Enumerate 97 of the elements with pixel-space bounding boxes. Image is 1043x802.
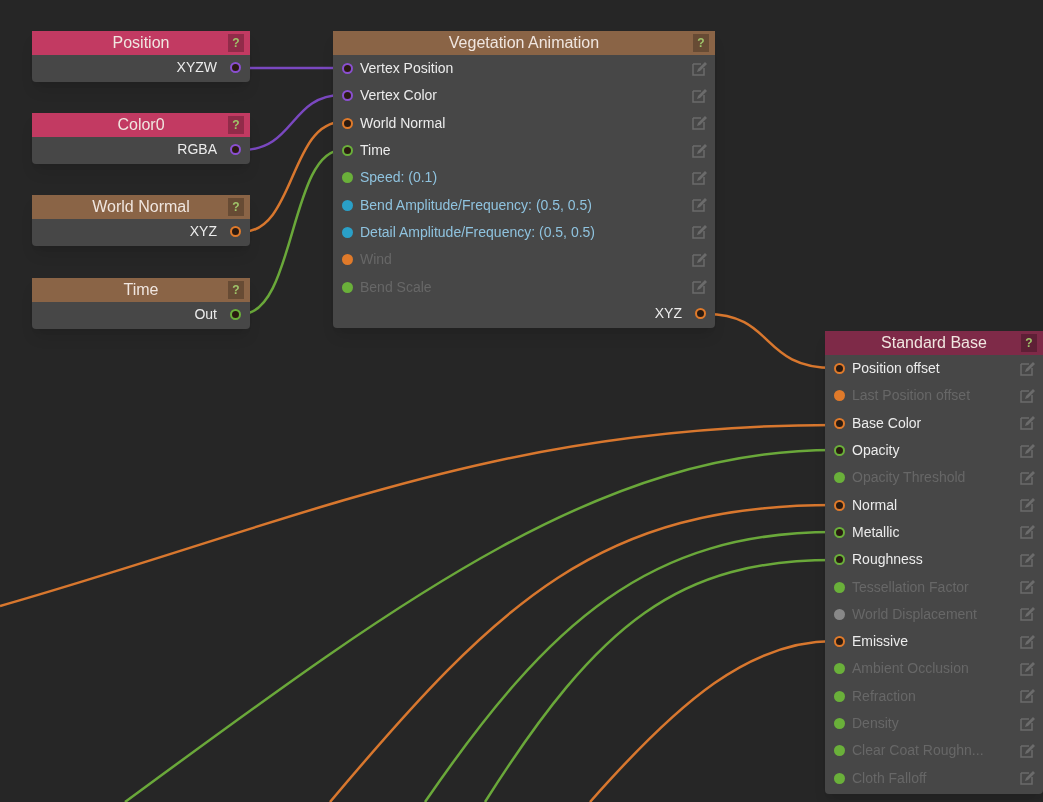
input-label: Speed: (0.1) — [360, 168, 439, 188]
edit-icon[interactable] — [691, 87, 707, 104]
node-header[interactable]: Time ? — [32, 278, 250, 302]
edit-icon[interactable] — [691, 279, 707, 295]
input-label: Metallic — [852, 522, 901, 542]
edit-icon[interactable] — [1019, 497, 1035, 514]
node-title: Color0 — [117, 115, 165, 135]
port-icon[interactable] — [342, 117, 353, 129]
port-icon[interactable] — [342, 281, 353, 293]
edit-icon[interactable] — [1019, 579, 1035, 595]
output-label: XYZW — [176, 58, 217, 77]
input-label: Vertex Color — [360, 86, 439, 106]
output-label: Out — [194, 305, 217, 324]
port-icon[interactable] — [834, 608, 845, 620]
node-card[interactable]: Position ? XYZW — [32, 31, 250, 82]
port-icon[interactable] — [342, 172, 353, 184]
port-icon[interactable] — [342, 254, 353, 266]
node-header[interactable]: Vegetation Animation ? — [333, 31, 715, 55]
port-icon[interactable] — [834, 499, 845, 511]
help-button[interactable]: ? — [693, 34, 709, 52]
edit-icon[interactable] — [1019, 415, 1035, 432]
edit-icon[interactable] — [1019, 469, 1035, 486]
port-icon[interactable] — [342, 90, 353, 102]
port-icon[interactable] — [695, 307, 706, 319]
edit-icon[interactable] — [691, 251, 707, 268]
port-icon[interactable] — [834, 417, 845, 429]
edit-icon[interactable] — [1019, 633, 1035, 650]
help-button[interactable]: ? — [228, 198, 244, 216]
edit-icon[interactable] — [1019, 770, 1035, 787]
edit-icon[interactable] — [1019, 442, 1035, 459]
input-label: Vertex Position — [360, 59, 455, 79]
output-label: XYZ — [654, 303, 682, 323]
input-label: Normal — [852, 495, 899, 515]
port-icon[interactable] — [834, 554, 845, 566]
node-title: World Normal — [92, 197, 190, 217]
help-button[interactable]: ? — [1021, 334, 1037, 352]
port-icon[interactable] — [834, 445, 845, 457]
help-button[interactable]: ? — [228, 34, 244, 52]
input-label: Time — [360, 141, 392, 161]
input-label: Opacity — [852, 441, 901, 461]
input-label: Base Color — [852, 413, 923, 433]
input-label: Roughness — [852, 550, 924, 570]
edit-icon[interactable] — [1019, 387, 1035, 404]
port-icon[interactable] — [230, 144, 241, 155]
node-header[interactable]: Standard Base ? — [825, 331, 1043, 355]
port-icon[interactable] — [230, 62, 241, 73]
edit-icon[interactable] — [691, 197, 707, 214]
input-label: World Normal — [360, 113, 447, 133]
port-icon[interactable] — [834, 718, 845, 729]
edit-icon[interactable] — [1019, 551, 1035, 568]
edit-icon[interactable] — [1019, 688, 1035, 705]
port-icon[interactable] — [834, 663, 845, 675]
port-icon[interactable] — [342, 199, 353, 211]
node-card[interactable]: Time ? Out — [32, 278, 250, 329]
input-label: Position offset — [852, 359, 941, 379]
port-icon[interactable] — [834, 472, 845, 484]
edit-icon[interactable] — [1019, 360, 1035, 377]
output-label: XYZ — [189, 222, 217, 241]
node-title: Standard Base — [881, 333, 987, 353]
port-icon[interactable] — [834, 636, 845, 648]
help-button[interactable]: ? — [228, 116, 244, 134]
node-header[interactable]: World Normal ? — [32, 195, 250, 219]
port-icon[interactable] — [342, 226, 353, 238]
edit-icon[interactable] — [1019, 742, 1035, 759]
edit-icon[interactable] — [691, 169, 707, 186]
port-icon[interactable] — [230, 309, 241, 320]
input-label: Bend Amplitude/Frequency: (0.5, 0.5) — [360, 195, 593, 215]
edit-icon[interactable] — [691, 224, 707, 241]
port-icon[interactable] — [834, 581, 845, 593]
port-icon[interactable] — [834, 363, 845, 375]
node-header[interactable]: Color0 ? — [32, 113, 250, 137]
node-title: Position — [112, 33, 170, 53]
edit-icon[interactable] — [691, 142, 707, 159]
node-card[interactable]: Color0 ? RGBA — [32, 113, 250, 164]
node-header[interactable]: Position ? — [32, 31, 250, 55]
help-button[interactable]: ? — [228, 281, 244, 299]
node-title: Vegetation Animation — [448, 33, 600, 53]
edit-icon[interactable] — [1019, 660, 1035, 677]
port-icon[interactable] — [834, 745, 845, 757]
edit-icon[interactable] — [1019, 524, 1035, 541]
node-title: Time — [123, 280, 159, 300]
output-label: RGBA — [177, 140, 217, 159]
input-label: Detail Amplitude/Frequency: (0.5, 0.5) — [360, 222, 596, 242]
edit-icon[interactable] — [691, 115, 707, 132]
port-icon[interactable] — [834, 526, 845, 538]
edit-icon[interactable] — [1019, 715, 1035, 732]
port-icon[interactable] — [342, 63, 353, 75]
port-icon[interactable] — [342, 145, 353, 157]
port-icon[interactable] — [834, 390, 845, 402]
node-card[interactable]: World Normal ? XYZ — [32, 195, 250, 246]
edit-icon[interactable] — [691, 60, 707, 77]
port-icon[interactable] — [230, 226, 241, 237]
input-label: Emissive — [852, 632, 909, 652]
node-card[interactable] — [825, 331, 1043, 794]
port-icon[interactable] — [834, 772, 845, 784]
port-icon[interactable] — [834, 690, 845, 702]
edit-icon[interactable] — [1019, 606, 1035, 623]
